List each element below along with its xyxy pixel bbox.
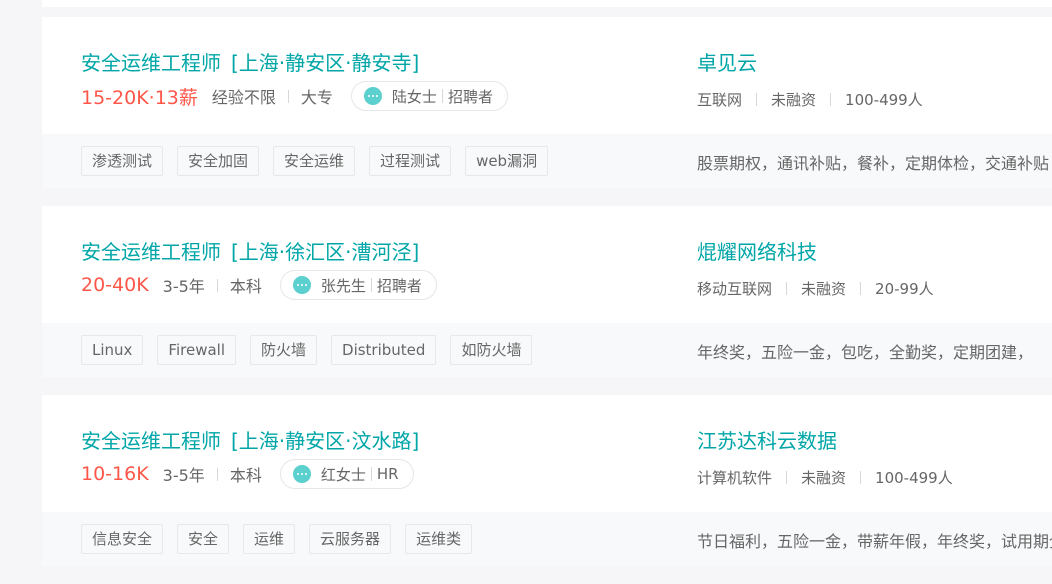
job-title[interactable]: 安全运维工程师 bbox=[81, 51, 221, 75]
job-area[interactable]: [上海·徐汇区·漕河泾] bbox=[231, 240, 419, 264]
company-funding: 未融资 bbox=[801, 469, 847, 487]
company-size: 20-99人 bbox=[875, 280, 934, 298]
divider bbox=[786, 471, 788, 484]
salary: 10-16K bbox=[81, 463, 149, 485]
chat-recruiter-button[interactable]: 陆女士 招聘者 bbox=[350, 81, 508, 111]
job-tags-row: 渗透测试 安全加固 安全运维 过程测试 web漏洞 股票期权，通讯补贴，餐补，定… bbox=[42, 134, 1052, 188]
recruiter-role: 招聘者 bbox=[447, 87, 493, 106]
job-area[interactable]: [上海·静安区·静安寺] bbox=[231, 51, 419, 75]
job-requirements: 3-5年 本科 bbox=[163, 462, 262, 486]
company-industry: 移动互联网 bbox=[697, 280, 773, 298]
job-card-partial bbox=[42, 0, 1052, 7]
company-industry: 计算机软件 bbox=[697, 469, 773, 487]
skill-tag[interactable]: 信息安全 bbox=[81, 524, 164, 554]
divider bbox=[860, 471, 862, 484]
job-title[interactable]: 安全运维工程师 bbox=[81, 429, 221, 453]
recruiter-name: 张先生 bbox=[320, 276, 366, 295]
divider bbox=[830, 93, 832, 106]
skill-tags: 渗透测试 安全加固 安全运维 过程测试 web漏洞 bbox=[81, 146, 562, 176]
divider bbox=[370, 467, 372, 481]
company-size: 100-499人 bbox=[845, 91, 923, 109]
job-title-link[interactable]: 安全运维工程师 [上海·徐汇区·漕河泾] bbox=[81, 236, 419, 265]
job-primary: 安全运维工程师 [上海·静安区·汶水路] 10-16K 3-5年 本科 红女士 H… bbox=[42, 395, 1052, 512]
job-tags-row: Linux Firewall 防火墙 Distributed 如防火墙 年终奖，… bbox=[42, 323, 1052, 377]
skill-tag[interactable]: 安全加固 bbox=[177, 146, 260, 176]
job-area[interactable]: [上海·静安区·汶水路] bbox=[231, 429, 419, 453]
chat-recruiter-button[interactable]: 张先生 招聘者 bbox=[279, 270, 437, 300]
job-requirements: 3-5年 本科 bbox=[163, 273, 262, 297]
skill-tag[interactable]: 安全运维 bbox=[273, 146, 356, 176]
skill-tag[interactable]: 运维类 bbox=[405, 524, 473, 554]
company-size: 100-499人 bbox=[875, 469, 953, 487]
divider bbox=[287, 89, 289, 103]
company-benefits: 股票期权，通讯补贴，餐补，定期体检，交通补贴 bbox=[697, 154, 1050, 173]
company-industry: 互联网 bbox=[697, 91, 743, 109]
company-benefits: 年终奖，五险一金，包吃，全勤奖，定期团建， bbox=[697, 343, 1034, 362]
company-benefits: 节日福利，五险一金，带薪年假，年终奖，试用期全薪 bbox=[697, 532, 1052, 551]
skill-tag[interactable]: 防火墙 bbox=[250, 335, 318, 365]
experience: 3-5年 bbox=[162, 466, 205, 485]
job-title-link[interactable]: 安全运维工程师 [上海·静安区·汶水路] bbox=[81, 425, 419, 454]
job-title-link[interactable]: 安全运维工程师 [上海·静安区·静安寺] bbox=[81, 47, 419, 76]
recruiter-role: 招聘者 bbox=[376, 276, 422, 295]
degree: 大专 bbox=[300, 88, 333, 107]
chat-icon bbox=[292, 276, 311, 294]
degree: 本科 bbox=[229, 466, 262, 485]
company-name-link[interactable]: 焜耀网络科技 bbox=[697, 236, 817, 265]
skill-tag[interactable]: Firewall bbox=[157, 335, 236, 365]
skill-tag[interactable]: web漏洞 bbox=[465, 146, 549, 176]
job-info: 20-40K 3-5年 本科 张先生 招聘者 bbox=[81, 270, 437, 300]
job-info: 10-16K 3-5年 本科 红女士 HR bbox=[81, 459, 414, 489]
chat-recruiter-button[interactable]: 红女士 HR bbox=[279, 459, 414, 489]
company-info: 互联网 未融资 100-499人 bbox=[697, 89, 923, 110]
company-name-link[interactable]: 江苏达科云数据 bbox=[697, 425, 837, 454]
experience: 3-5年 bbox=[162, 277, 205, 296]
company-funding: 未融资 bbox=[771, 91, 817, 109]
job-requirements: 经验不限 大专 bbox=[212, 84, 333, 108]
company-info: 计算机软件 未融资 100-499人 bbox=[697, 467, 953, 488]
experience: 经验不限 bbox=[211, 88, 276, 107]
divider bbox=[441, 89, 443, 103]
job-primary: 安全运维工程师 [上海·徐汇区·漕河泾] 20-40K 3-5年 本科 张先生 招… bbox=[42, 206, 1052, 323]
chat-icon bbox=[363, 87, 382, 105]
chat-icon bbox=[292, 465, 311, 483]
skill-tag[interactable]: Distributed bbox=[331, 335, 437, 365]
skill-tag[interactable]: 云服务器 bbox=[309, 524, 392, 554]
company-info: 移动互联网 未融资 20-99人 bbox=[697, 278, 934, 299]
salary: 15-20K·13薪 bbox=[81, 86, 198, 109]
skill-tag[interactable]: 过程测试 bbox=[369, 146, 452, 176]
job-primary: 安全运维工程师 [上海·静安区·静安寺] 15-20K·13薪 经验不限 大专 陆… bbox=[42, 17, 1052, 134]
job-list: 安全运维工程师 [上海·静安区·静安寺] 15-20K·13薪 经验不限 大专 陆… bbox=[42, 0, 1052, 584]
skill-tag[interactable]: 安全 bbox=[177, 524, 230, 554]
job-tags-row: 信息安全 安全 运维 云服务器 运维类 节日福利，五险一金，带薪年假，年终奖，试… bbox=[42, 512, 1052, 566]
skill-tag[interactable]: Linux bbox=[81, 335, 144, 365]
job-card[interactable]: 安全运维工程师 [上海·静安区·静安寺] 15-20K·13薪 经验不限 大专 陆… bbox=[42, 17, 1052, 188]
skill-tags: Linux Firewall 防火墙 Distributed 如防火墙 bbox=[81, 335, 546, 365]
divider bbox=[370, 278, 372, 292]
skill-tags: 信息安全 安全 运维 云服务器 运维类 bbox=[81, 524, 486, 554]
degree: 本科 bbox=[229, 277, 262, 296]
recruiter-name: 陆女士 bbox=[391, 87, 437, 106]
job-card[interactable]: 安全运维工程师 [上海·徐汇区·漕河泾] 20-40K 3-5年 本科 张先生 招… bbox=[42, 206, 1052, 377]
skill-tag[interactable]: 渗透测试 bbox=[81, 146, 164, 176]
recruiter-name: 红女士 bbox=[320, 465, 366, 484]
divider bbox=[756, 93, 758, 106]
job-title[interactable]: 安全运维工程师 bbox=[81, 240, 221, 264]
salary: 20-40K bbox=[81, 274, 149, 296]
skill-tag[interactable]: 如防火墙 bbox=[450, 335, 533, 365]
divider bbox=[216, 278, 218, 292]
skill-tag[interactable]: 运维 bbox=[243, 524, 296, 554]
divider bbox=[216, 467, 218, 481]
divider bbox=[860, 282, 862, 295]
job-card[interactable]: 安全运维工程师 [上海·静安区·汶水路] 10-16K 3-5年 本科 红女士 H… bbox=[42, 395, 1052, 566]
company-name-link[interactable]: 卓见云 bbox=[697, 47, 757, 76]
recruiter-role: HR bbox=[376, 465, 399, 483]
divider bbox=[786, 282, 788, 295]
job-info: 15-20K·13薪 经验不限 大专 陆女士 招聘者 bbox=[81, 81, 508, 111]
company-funding: 未融资 bbox=[801, 280, 847, 298]
